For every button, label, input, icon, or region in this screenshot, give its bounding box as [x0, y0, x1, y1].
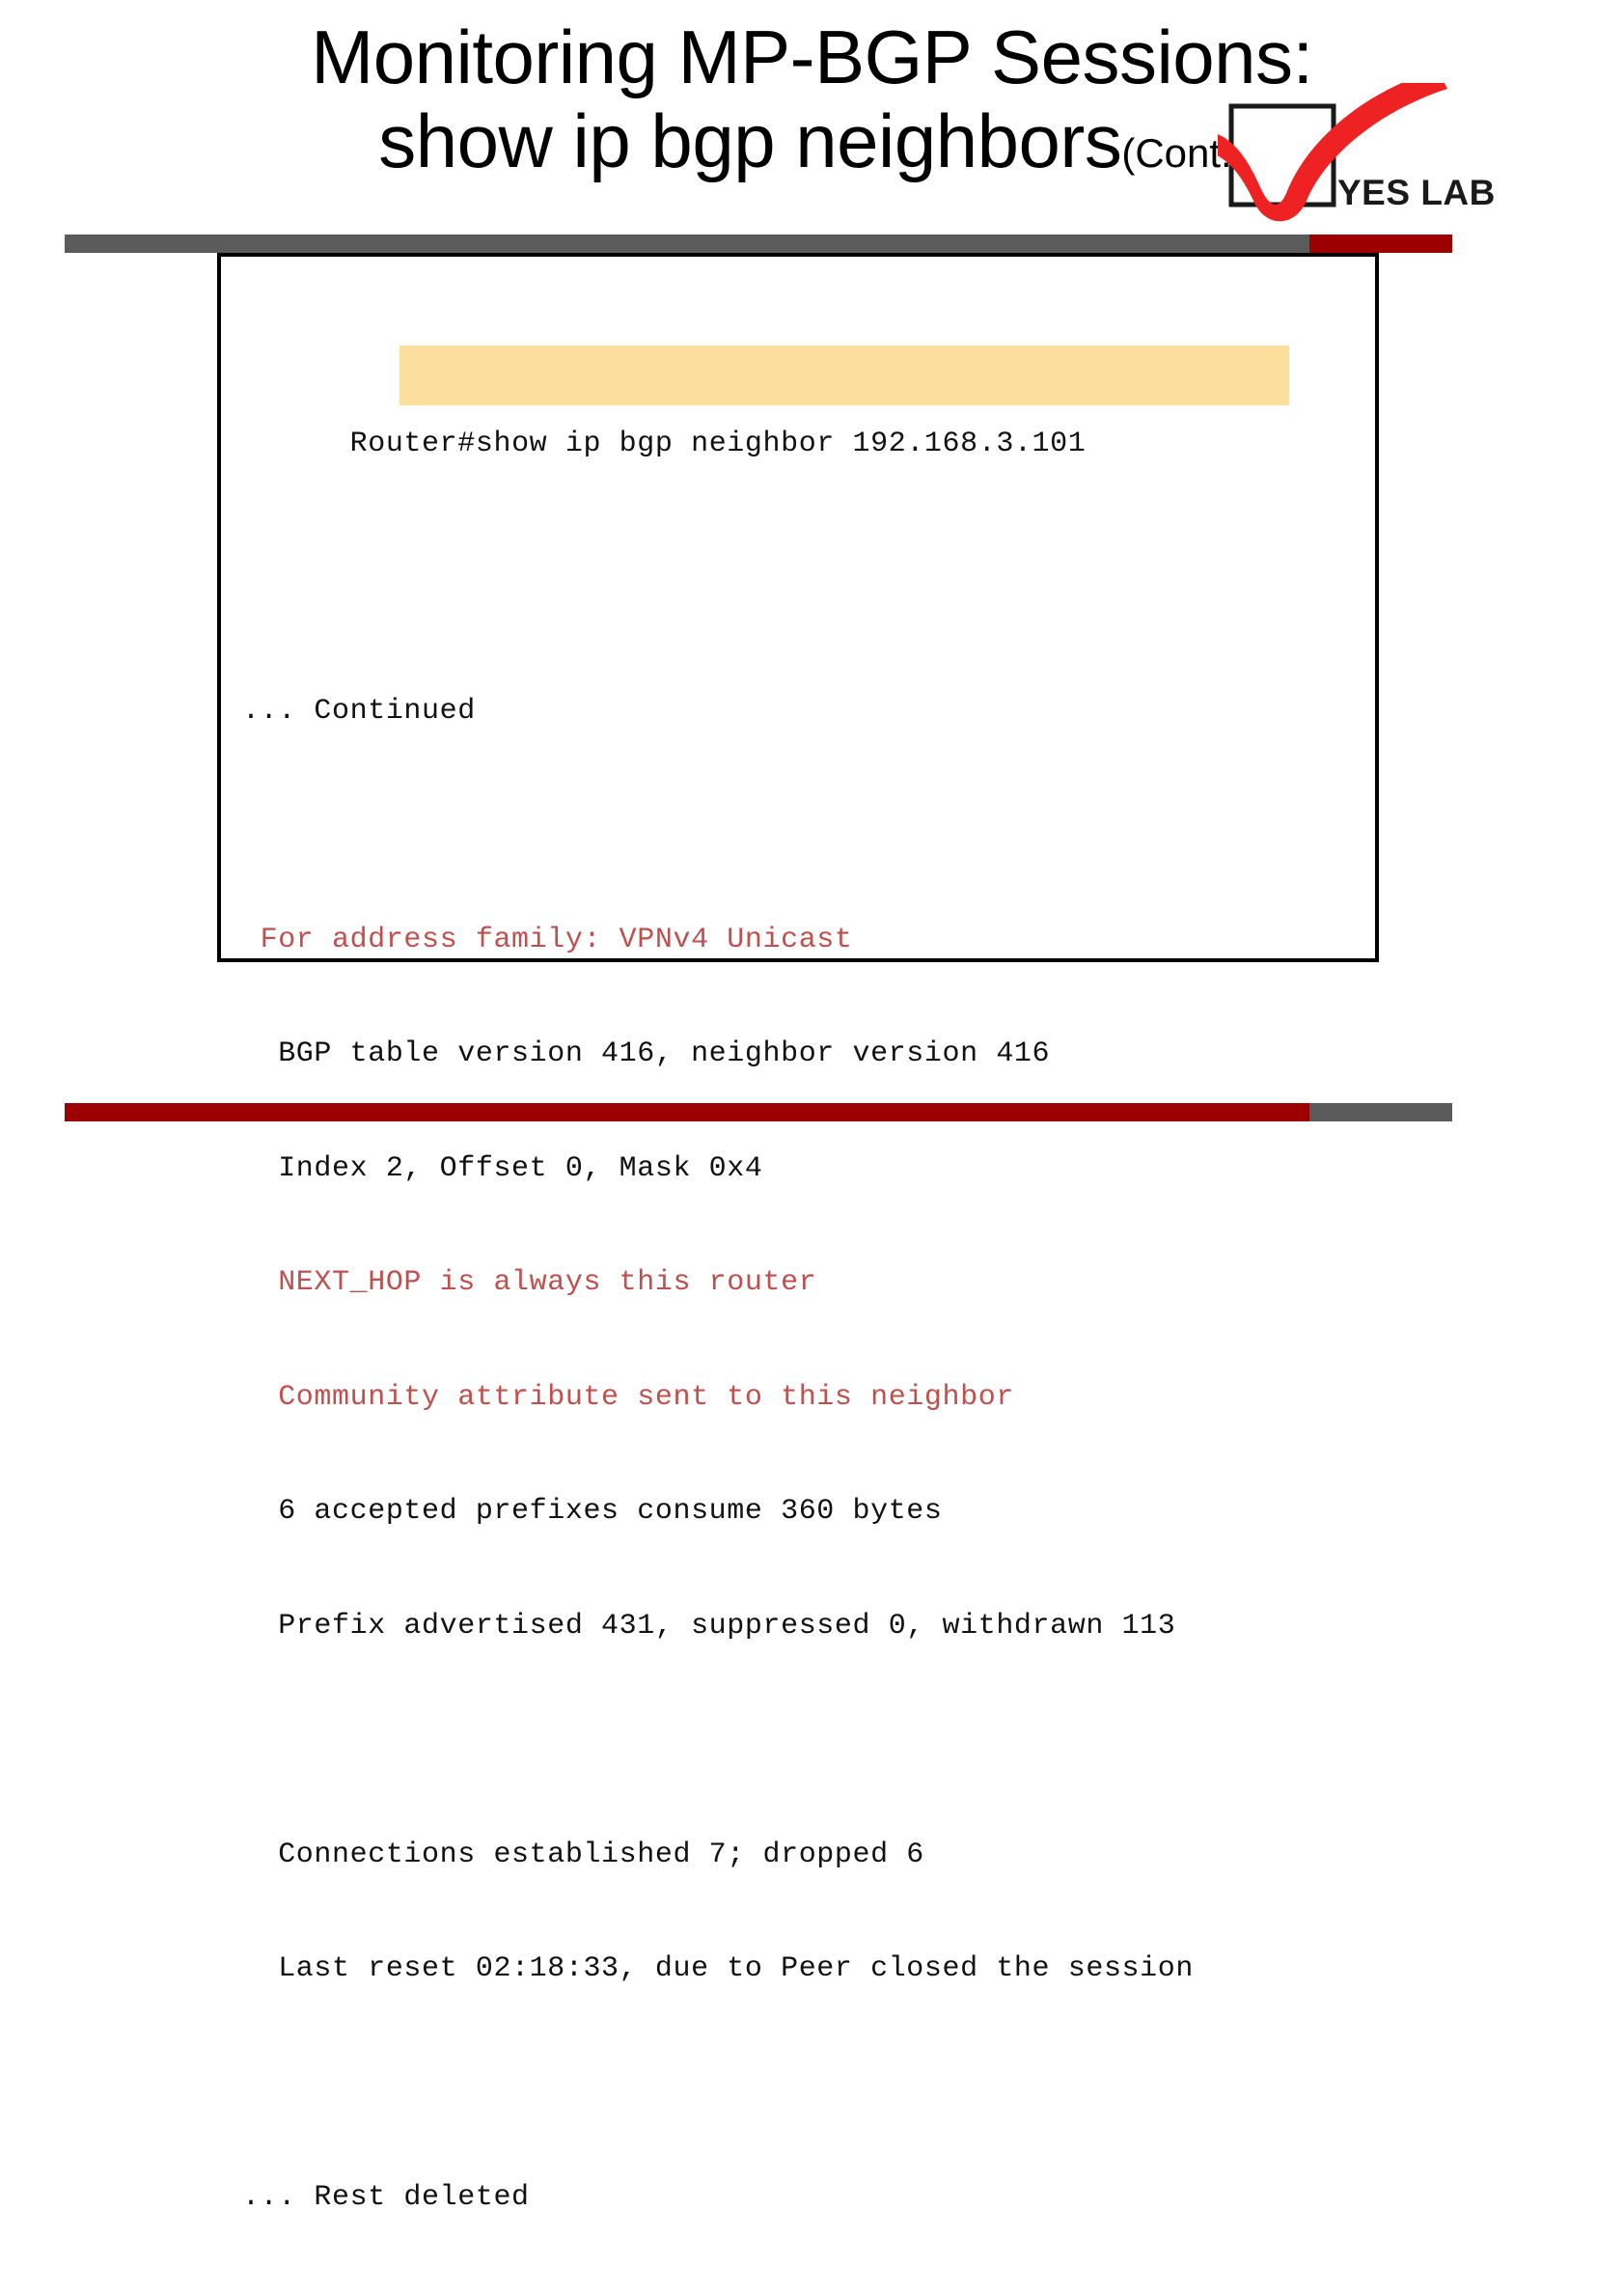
terminal-line: ... Rest deleted: [242, 2181, 530, 2214]
terminal-line: Last reset 02:18:33, due to Peer closed …: [242, 1952, 1194, 1985]
terminal-output-box: Router#show ip bgp neighbor 192.168.3.10…: [217, 253, 1379, 2214]
terminal-command: show ip bgp neighbor 192.168.3.101: [475, 428, 1087, 460]
terminal-line: ... Continued: [242, 694, 476, 728]
terminal-line: 6 accepted prefixes consume 360 bytes: [242, 1495, 943, 1528]
divider-bar-top-gray: [65, 235, 1309, 253]
terminal-prompt: Router#: [349, 428, 476, 460]
terminal-line: Community attribute sent to this neighbo…: [242, 1380, 1014, 1414]
terminal-line: For address family: VPNv4 Unicast: [242, 923, 853, 956]
terminal-line: Index 2, Offset 0, Mask 0x4: [242, 1151, 763, 1185]
terminal-line: Connections established 7; dropped 6: [242, 1838, 924, 1871]
terminal-text: Router#show ip bgp neighbor 192.168.3.10…: [242, 273, 1369, 2294]
terminal-prompt-line: Router#show ip bgp neighbor 192.168.3.10…: [242, 345, 1369, 502]
divider-bar-top-red: [1309, 235, 1452, 253]
command-highlight: [399, 345, 1289, 405]
terminal-line: Prefix advertised 431, suppressed 0, wit…: [242, 1609, 1176, 1643]
yes-lab-logo: YES LAB: [1218, 83, 1527, 228]
logo-wordmark: YES LAB: [1337, 173, 1496, 212]
page-title-line-2-main: show ip bgp neighbors: [378, 98, 1122, 184]
terminal-line: BGP table version 416, neighbor version …: [242, 1037, 1051, 1070]
terminal-line: NEXT_HOP is always this router: [242, 1266, 817, 1299]
